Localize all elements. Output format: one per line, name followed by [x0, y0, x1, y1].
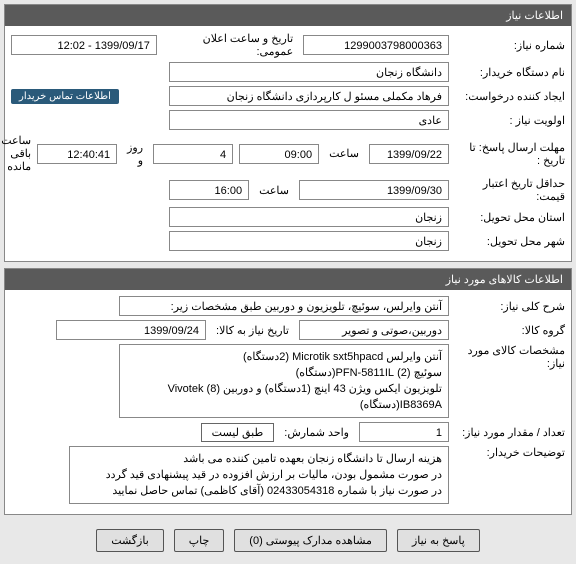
need-date-label: تاریخ نیاز به کالا:	[212, 324, 293, 337]
qty-label: تعداد / مقدار مورد نیاز:	[455, 426, 565, 439]
desc-label: شرح کلی نیاز:	[455, 300, 565, 313]
need-info-header: اطلاعات نیاز	[5, 5, 571, 26]
priority-field: عادی	[169, 110, 449, 130]
notes-field: هزینه ارسال تا دانشگاه زنجان بعهده تامین…	[69, 446, 449, 504]
attachments-button[interactable]: مشاهده مدارک پیوستی (0)	[234, 529, 387, 552]
min-valid-date-field: 1399/09/30	[299, 180, 449, 200]
need-info-panel: اطلاعات نیاز شماره نیاز: 129900379800036…	[4, 4, 572, 262]
group-label: گروه کالا:	[455, 324, 565, 337]
remaining-label: ساعت باقی مانده	[1, 134, 31, 173]
print-button[interactable]: چاپ	[174, 529, 225, 552]
priority-label: اولویت نیاز :	[455, 114, 565, 127]
time-label-1: ساعت	[325, 147, 363, 160]
notes-label: توضیحات خریدار:	[455, 446, 565, 459]
countdown-field: 12:40:41	[37, 144, 117, 164]
spec-label: مشخصات کالای مورد نیاز:	[455, 344, 565, 370]
days-remaining-field: 4	[153, 144, 233, 164]
city-field: زنجان	[169, 231, 449, 251]
province-field: زنجان	[169, 207, 449, 227]
action-button-row: پاسخ به نیاز مشاهده مدارک پیوستی (0) چاپ…	[4, 521, 572, 560]
qty-field: 1	[359, 422, 449, 442]
items-info-header: اطلاعات کالاهای مورد نیاز	[5, 269, 571, 290]
back-button[interactable]: بازگشت	[96, 529, 164, 552]
requester-field: فرهاد مکملی مسئو ل کارپردازی دانشگاه زنج…	[169, 86, 449, 106]
time-label-2: ساعت	[255, 184, 293, 197]
day-and-label: روز و	[123, 141, 147, 167]
public-announce-label: تاریخ و ساعت اعلان عمومی:	[163, 32, 297, 58]
need-no-label: شماره نیاز:	[455, 39, 565, 52]
spec-field: آنتن وایرلس Microtik sxt5hpacd (2دستگاه)…	[119, 344, 449, 418]
need-no-field: 1299003798000363	[303, 35, 449, 55]
reply-button[interactable]: پاسخ به نیاز	[397, 529, 480, 552]
province-label: استان محل تحویل:	[455, 211, 565, 224]
reply-date-field: 1399/09/22	[369, 144, 449, 164]
desc-field: آنتن وایرلس، سوئیچ، تلویزیون و دوربین طب…	[119, 296, 449, 316]
min-valid-label: حداقل تاریخ اعتبار قیمت:	[455, 177, 565, 203]
group-field: دوربین،صوتی و تصویر	[299, 320, 449, 340]
contact-info-link[interactable]: اطلاعات تماس خریدار	[11, 89, 119, 104]
items-info-panel: اطلاعات کالاهای مورد نیاز شرح کلی نیاز: …	[4, 268, 572, 515]
requester-label: ایجاد کننده درخواست:	[455, 90, 565, 103]
city-label: شهر محل تحویل:	[455, 235, 565, 248]
unit-field: طبق لیست	[201, 423, 275, 442]
buyer-org-label: نام دستگاه خریدار:	[455, 66, 565, 79]
min-valid-time-field: 16:00	[169, 180, 249, 200]
public-announce-field: 1399/09/17 - 12:02	[11, 35, 157, 55]
unit-label: واحد شمارش:	[280, 426, 353, 439]
buyer-org-field: دانشگاه زنجان	[169, 62, 449, 82]
reply-time-field: 09:00	[239, 144, 319, 164]
reply-deadline-label: مهلت ارسال پاسخ: تا تاریخ :	[455, 141, 565, 167]
need-date-field: 1399/09/24	[56, 320, 206, 340]
